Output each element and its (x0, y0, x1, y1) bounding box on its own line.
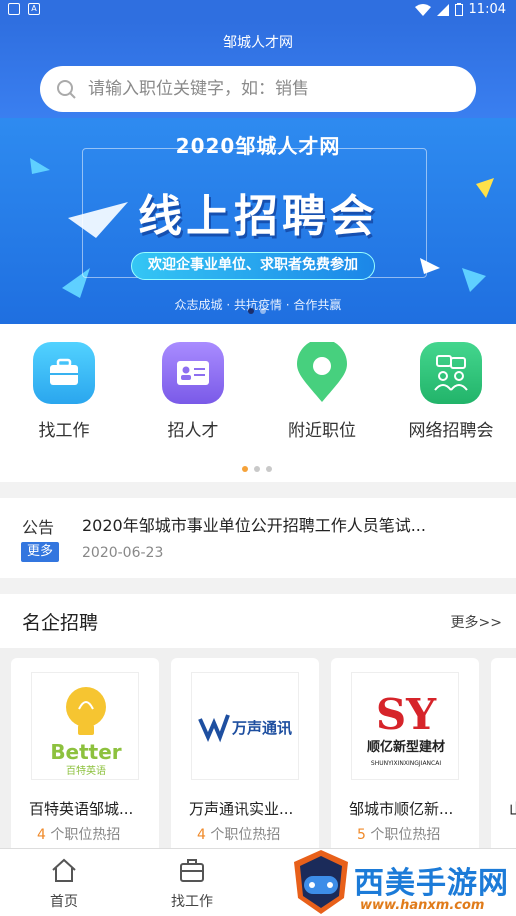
company-name: 万声通讯实业... (189, 800, 294, 818)
quick-item-label: 网络招聘会 (408, 421, 494, 441)
company-logo: SY 顺亿新型建材 SHUNYIXINXINGJIANCAI (351, 672, 459, 780)
quick-item-nearby-jobs[interactable]: 附近职位 (262, 339, 382, 441)
company-card-partial[interactable]: 山 (491, 658, 516, 848)
quick-item-recruit[interactable]: 招人才 (133, 342, 253, 441)
notification-icon (8, 3, 20, 15)
tab-label: 首页 (50, 894, 78, 910)
location-pin-icon (291, 339, 353, 404)
app-title: 邹城人才网 (223, 35, 293, 51)
quick-menu: 找工作 招人才 附近职位 网络招聘会 (0, 324, 516, 482)
banner-carousel[interactable]: 2020邹城人才网 线上招聘会 欢迎企事业单位、求职者免费参加 众志成城 · 共… (0, 118, 516, 324)
app-screen: A 11:04 邹城人才网 2020邹城人才网 (0, 0, 516, 916)
companies-more-link[interactable]: 更多>> (451, 612, 502, 632)
banner-dot[interactable] (260, 308, 266, 314)
wifi-icon (414, 3, 431, 16)
company-logo: Better 百特英语 (31, 672, 139, 780)
watermark-url: www.hanxm.com (360, 898, 485, 913)
company-logo-text: Better (50, 740, 121, 764)
svg-text:SY: SY (376, 690, 437, 739)
id-card-icon (162, 342, 224, 404)
company-name: 山 (509, 798, 516, 819)
chat-people-icon (420, 342, 482, 404)
quick-item-label: 找工作 (38, 421, 90, 441)
quick-item-label: 附近职位 (288, 421, 356, 441)
company-card[interactable]: SY 顺亿新型建材 SHUNYIXINXINGJIANCAI 邹城市顺亿新...… (331, 658, 479, 848)
notice-more-button[interactable]: 更多 (21, 542, 59, 562)
banner-pagination (248, 308, 266, 314)
search-input[interactable] (88, 79, 448, 99)
quick-item-online-fair[interactable]: 网络招聘会 (391, 342, 511, 441)
company-card-list[interactable]: Better 百特英语 百特英语邹城... 4 个职位热招 万声通讯 万声通讯实… (0, 648, 516, 848)
company-name: 百特英语邹城... (29, 800, 134, 818)
company-logo: 万声通讯 (191, 672, 299, 780)
company-job-count: 4 个职位热招 (37, 827, 121, 843)
company-card[interactable]: Better 百特英语 百特英语邹城... 4 个职位热招 (11, 658, 159, 848)
company-logo-text: 顺亿新型建材 (367, 739, 445, 755)
home-icon (52, 858, 76, 882)
notice-tag: 公告 (22, 518, 55, 537)
company-job-count: 4 个职位热招 (197, 827, 281, 843)
notice-date: 2020-06-23 (82, 545, 164, 561)
signal-icon (436, 3, 449, 16)
page-dot-active (242, 466, 248, 472)
company-logo-text: 万声通讯 (231, 719, 292, 737)
company-job-count: 5 个职位热招 (357, 827, 441, 843)
page-dot (266, 466, 272, 472)
watermark-title: 西美手游网 (354, 866, 509, 901)
briefcase-icon (180, 859, 204, 882)
company-logo-subtext: SHUNYIXINXINGJIANCAI (371, 760, 441, 767)
tab-find-job[interactable]: 找工作 (152, 857, 232, 911)
tab-home[interactable]: 首页 (24, 857, 104, 911)
app-notification-icon: A (28, 3, 40, 15)
page-dot (254, 466, 260, 472)
banner-pill: 欢迎企事业单位、求职者免费参加 (131, 252, 375, 280)
status-bar: A 11:04 (0, 0, 516, 22)
quick-item-label: 招人才 (167, 421, 219, 441)
briefcase-icon (33, 342, 95, 404)
status-time: 11:04 (468, 2, 506, 17)
notice-title[interactable]: 2020年邹城市事业单位公开招聘工作人员笔试... (82, 512, 492, 536)
header: 邹城人才网 (0, 22, 516, 118)
watermark: 西美手游网 www.hanxm.com (290, 848, 516, 916)
banner-title-small: 2020邹城人才网 (175, 134, 341, 158)
tab-label: 找工作 (171, 894, 213, 910)
search-icon (57, 80, 76, 99)
company-logo-subtext: 百特英语 (66, 764, 106, 777)
quick-menu-pagination (242, 466, 272, 472)
section-title: 名企招聘 (22, 612, 99, 634)
search-bar[interactable] (40, 66, 476, 112)
company-name: 邹城市顺亿新... (349, 800, 454, 818)
company-card[interactable]: 万声通讯 万声通讯实业... 4 个职位热招 (171, 658, 319, 848)
banner-title: 线上招聘会 (138, 191, 378, 242)
quick-item-find-job[interactable]: 找工作 (4, 342, 124, 441)
gamepad-shield-icon (294, 850, 348, 914)
banner-dot-active[interactable] (248, 308, 254, 314)
featured-companies-section: 名企招聘 更多>> Better 百特英语 百特英语邹城... 4 个职位热招 (0, 594, 516, 849)
battery-icon (454, 3, 463, 16)
notice-panel[interactable]: 公告 更多 2020年邹城市事业单位公开招聘工作人员笔试... 2020-06-… (0, 498, 516, 578)
